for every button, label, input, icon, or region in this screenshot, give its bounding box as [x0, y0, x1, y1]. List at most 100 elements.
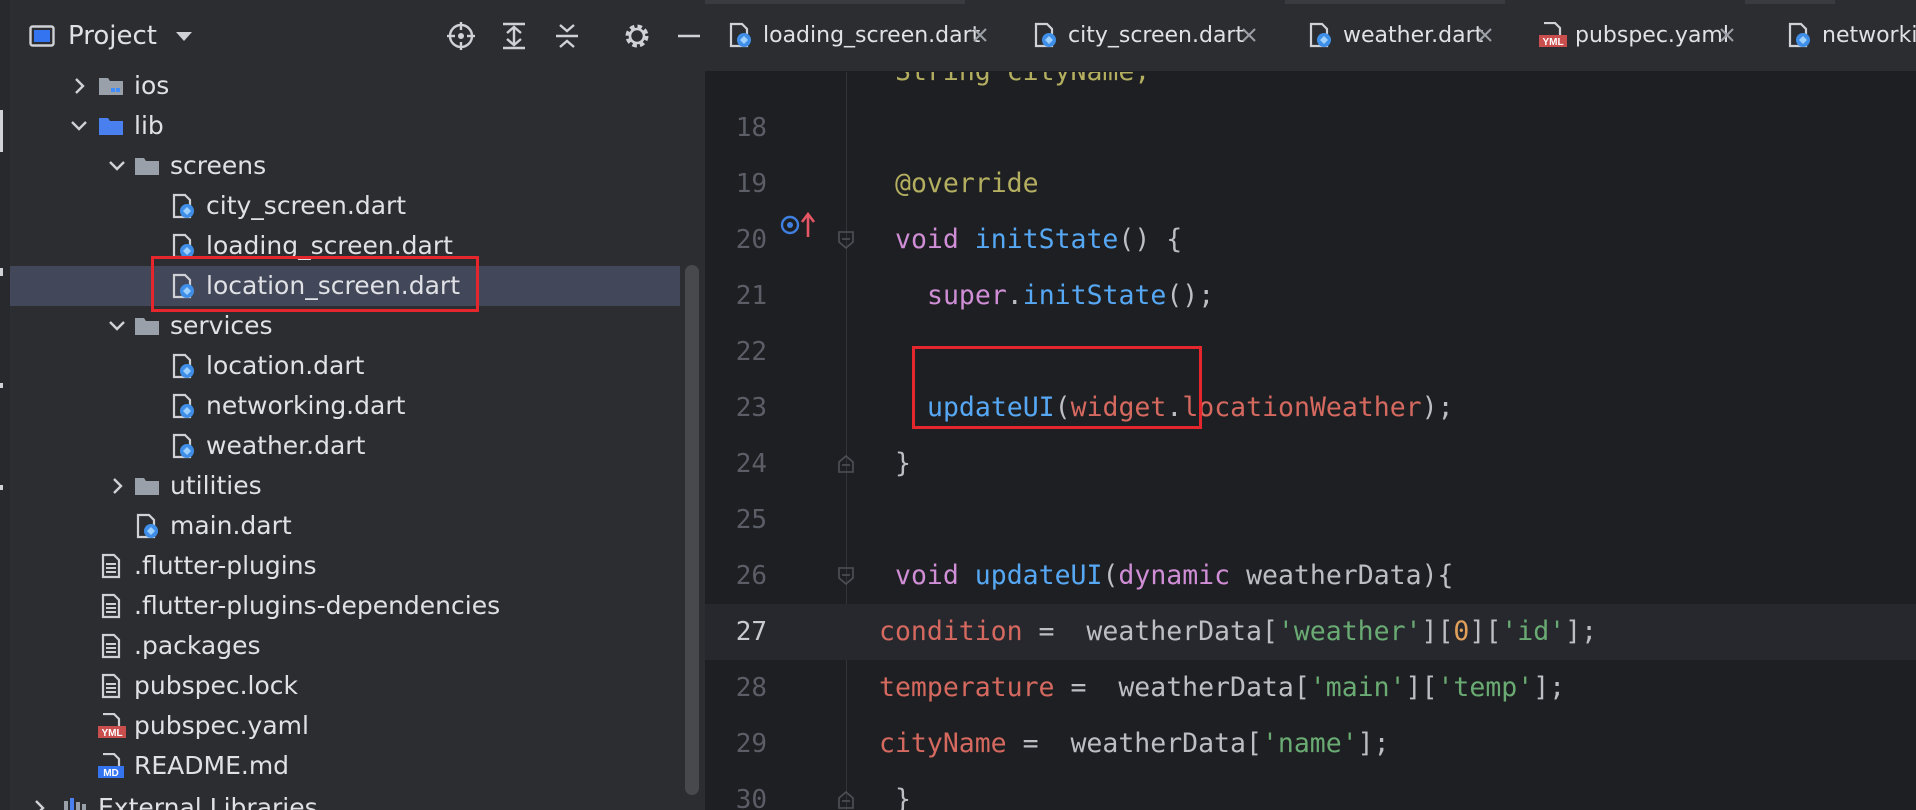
close-icon[interactable]: [1238, 24, 1260, 46]
line-number: 18: [735, 113, 767, 143]
tree-item-flutter-plugins-dependencies[interactable]: .flutter-plugins-dependencies: [10, 586, 680, 626]
chevron-right-icon[interactable]: [106, 475, 128, 497]
tab-loading-screen-dart[interactable]: loading_screen.dart: [705, 0, 1005, 71]
code-text: @override: [895, 168, 1039, 199]
tab-label: city_screen.dart: [1068, 23, 1245, 48]
chevron-down-icon[interactable]: [172, 20, 196, 56]
folder-icon: [98, 73, 124, 99]
line-number: 30: [735, 785, 767, 810]
code-line-18[interactable]: 18: [705, 100, 1916, 156]
fold-icon[interactable]: [836, 230, 856, 250]
fold-icon[interactable]: [836, 790, 856, 810]
close-icon[interactable]: [1716, 24, 1738, 46]
tree-item-weather-dart[interactable]: weather.dart: [10, 426, 680, 466]
yaml-file-icon: YML: [1539, 21, 1567, 50]
code-text: super.initState();: [927, 280, 1215, 311]
tree-item-label: pubspec.yaml: [134, 711, 309, 740]
code-text: void updateUI(dynamic weatherData){: [895, 560, 1454, 591]
chevron-down-icon[interactable]: [106, 315, 128, 337]
code-line-28[interactable]: 28 temperature = weatherData['main']['tem…: [705, 660, 1916, 716]
tree-item-packages[interactable]: .packages: [10, 626, 680, 666]
project-view-title[interactable]: Project: [68, 18, 157, 54]
text-file-icon: [98, 633, 124, 659]
tree-item-networking-dart[interactable]: networking.dart: [10, 386, 680, 426]
tree-item-label: main.dart: [170, 511, 292, 540]
tab-top-border: [1285, 0, 1505, 4]
tree-item-main-dart[interactable]: main.dart: [10, 506, 680, 546]
vertical-scrollbar[interactable]: [685, 265, 699, 795]
tree-item-flutter-plugins[interactable]: .flutter-plugins: [10, 546, 680, 586]
tree-item-screens[interactable]: screens: [10, 146, 680, 186]
tree-item-readme-md[interactable]: MD README.md: [10, 746, 680, 786]
chevron-down-icon[interactable]: [106, 155, 128, 177]
tree-item-label: location.dart: [206, 351, 365, 380]
highlight-box-code: [912, 346, 1202, 429]
tree-item-services[interactable]: services: [10, 306, 680, 346]
tab-label: loading_screen.dart: [763, 23, 981, 48]
code-text: cityName = weatherData['name'];: [879, 728, 1390, 759]
library-icon: [62, 795, 88, 810]
tree-item-pubspec-lock[interactable]: pubspec.lock: [10, 666, 680, 706]
code-text: }: [895, 448, 911, 479]
tab-city-screen-dart[interactable]: city_screen.dart: [1010, 0, 1282, 71]
tree-item-utilities[interactable]: utilities: [10, 466, 680, 506]
project-view-icon: [25, 16, 59, 56]
code-line-24[interactable]: 24}: [705, 436, 1916, 492]
tab-weather-dart[interactable]: weather.dart: [1285, 0, 1513, 71]
folder-icon: [134, 473, 160, 499]
chevron-right-icon[interactable]: [68, 75, 90, 97]
tree-item-external-libraries[interactable]: External Libraries: [10, 788, 680, 810]
tree-item-city-screen-dart[interactable]: city_screen.dart: [10, 186, 680, 226]
expand-all-icon[interactable]: [495, 16, 533, 56]
fold-icon[interactable]: [836, 566, 856, 586]
line-number: 22: [735, 337, 767, 367]
folder-icon: [98, 113, 124, 139]
fold-icon[interactable]: [836, 454, 856, 474]
code-line-20[interactable]: 20 void initState() {: [705, 212, 1916, 268]
text-file-icon: [98, 673, 124, 699]
code-line-22[interactable]: 22: [705, 324, 1916, 380]
overrides-method-icon[interactable]: [780, 210, 824, 240]
tab-top-border: [1745, 0, 1835, 4]
minimize-icon[interactable]: [670, 16, 705, 56]
tree-item-pubspec-yaml[interactable]: YML pubspec.yaml: [10, 706, 680, 746]
code-line-27[interactable]: 27 condition = weatherData['weather'][0][…: [705, 604, 1916, 660]
code-line-26[interactable]: 26 void updateUI(dynamic weatherData){: [705, 548, 1916, 604]
line-number: 29: [735, 729, 767, 759]
close-icon[interactable]: [969, 24, 991, 46]
chevron-down-icon[interactable]: [68, 115, 90, 137]
tree-item-label: External Libraries: [98, 793, 318, 810]
line-number: 28: [735, 673, 767, 703]
code-editor[interactable]: String cityName; 18 19 @override 20 void init…: [705, 72, 1916, 810]
code-line-25[interactable]: 25: [705, 492, 1916, 548]
tree-item-label: screens: [170, 151, 267, 180]
editor-tab-bar: loading_screen.dart city_screen.dart weath…: [705, 0, 1916, 72]
dart-file-icon: [1307, 22, 1335, 50]
select-opened-file-icon[interactable]: [442, 16, 480, 56]
dart-file-icon: [170, 433, 196, 459]
folder-icon: [134, 313, 160, 339]
code-line-19[interactable]: 19 @override: [705, 156, 1916, 212]
dart-file-icon: [170, 393, 196, 419]
tab-networking[interactable]: networking: [1764, 0, 1916, 71]
tree-item-location-dart[interactable]: location.dart: [10, 346, 680, 386]
code-line-21[interactable]: 21 super.initState();: [705, 268, 1916, 324]
tree-item-lib[interactable]: lib: [10, 106, 680, 146]
tab-pubspec-yaml[interactable]: YML pubspec.yaml: [1517, 0, 1760, 71]
line-number: 24: [735, 449, 767, 479]
line-number: 20: [735, 225, 767, 255]
chevron-right-icon[interactable]: [28, 797, 50, 810]
collapse-all-icon[interactable]: [548, 16, 586, 56]
svg-text:MD: MD: [103, 768, 119, 779]
tree-item-label: .flutter-plugins-dependencies: [134, 591, 501, 620]
line-number: 19: [735, 169, 767, 199]
tree-item-label: pubspec.lock: [134, 671, 299, 700]
tree-item-label: .flutter-plugins: [134, 551, 317, 580]
code-line-29[interactable]: 29 cityName = weatherData['name'];: [705, 716, 1916, 772]
line-number: 26: [735, 561, 767, 591]
code-line-30[interactable]: 30}: [705, 772, 1916, 810]
code-line-23[interactable]: 23 updateUI(widget.locationWeather);: [705, 380, 1916, 436]
tree-item-ios[interactable]: ios: [10, 66, 680, 106]
gear-icon[interactable]: [618, 16, 656, 56]
close-icon[interactable]: [1474, 24, 1496, 46]
